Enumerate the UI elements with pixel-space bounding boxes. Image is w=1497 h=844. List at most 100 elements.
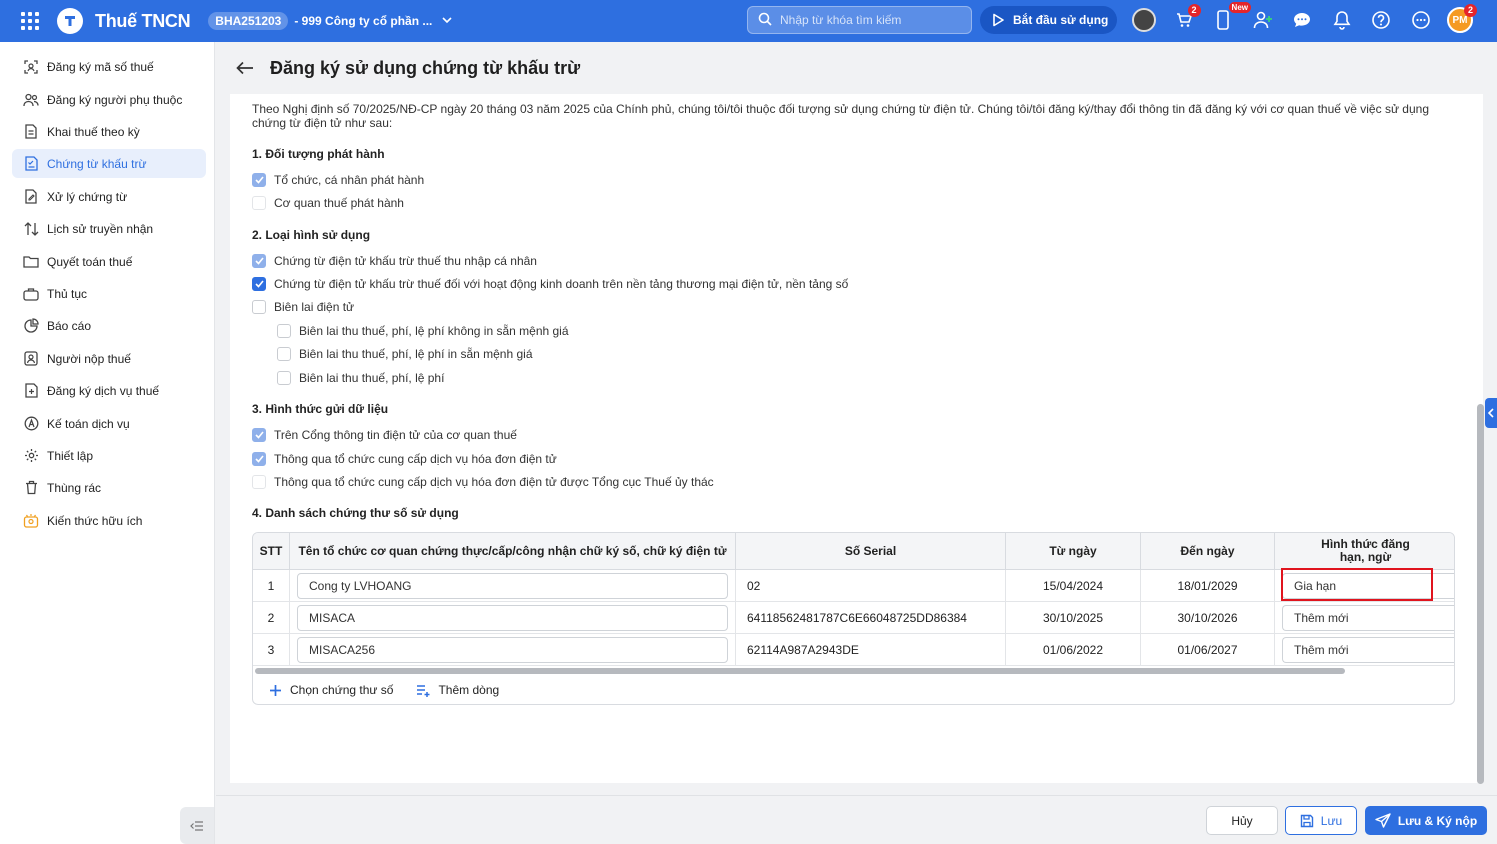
cancel-button[interactable]: Hủy — [1206, 806, 1278, 835]
sidebar-item-periodic-declaration[interactable]: Khai thuế theo kỳ — [12, 117, 206, 146]
add-user-icon[interactable] — [1249, 6, 1277, 34]
sidebar-item-withholding-vouchers[interactable]: Chứng từ khấu trừ — [12, 149, 206, 178]
add-row-button[interactable]: Thêm dòng — [415, 682, 499, 698]
checkbox-label: Tổ chức, cá nhân phát hành — [274, 173, 425, 187]
sidebar-item-label: Xử lý chứng từ — [47, 189, 128, 204]
org-name-input[interactable]: MISACA — [297, 604, 728, 631]
sidebar-item-register-dependents[interactable]: Đăng ký người phụ thuộc — [12, 85, 206, 114]
search-box[interactable] — [747, 6, 972, 34]
mobile-app-icon[interactable]: New — [1209, 2, 1251, 34]
sidebar-item-label: Chứng từ khấu trừ — [47, 156, 147, 171]
sidebar-item-knowledge[interactable]: Kiến thức hữu ích — [12, 506, 206, 535]
checkbox[interactable] — [277, 324, 291, 338]
page-header: Đăng ký sử dụng chứng từ khấu trừ — [216, 42, 1497, 94]
org-name-input[interactable]: Cong ty LVHOANG — [297, 572, 728, 599]
cell-registration-form: Thêm mới — [1275, 602, 1454, 634]
checkbox-label: Chứng từ điện tử khấu trừ thuế đối với h… — [274, 277, 849, 291]
checkbox-label: Biên lai thu thuế, phí, lệ phí in sẵn mệ… — [299, 347, 533, 361]
sidebar-item-register-tax-service[interactable]: Đăng ký dịch vụ thuế — [12, 376, 206, 405]
cell-stt: 1 — [253, 570, 290, 602]
org-name-input[interactable]: MISACA256 — [297, 636, 728, 663]
save-and-submit-button[interactable]: Lưu & Ký nộp — [1365, 806, 1487, 835]
cell-serial: 02 — [736, 570, 1006, 602]
avatar-robot-icon[interactable] — [1130, 6, 1158, 34]
search-input[interactable] — [780, 13, 960, 27]
user-avatar[interactable]: PM 2 — [1446, 4, 1477, 34]
checkbox-row-pit-voucher[interactable]: Chứng từ điện tử khấu trừ thuế thu nhập … — [252, 254, 537, 268]
start-using-button[interactable]: Bắt đầu sử dụng — [980, 6, 1117, 34]
search-icon — [758, 12, 772, 29]
cell-stt: 3 — [253, 634, 290, 666]
cart-icon[interactable]: 2 — [1170, 4, 1201, 34]
registration-form-select[interactable]: Thêm mới — [1282, 636, 1454, 663]
expand-right-panel-button[interactable] — [1485, 398, 1497, 428]
checkbox[interactable] — [277, 347, 291, 361]
checkbox-row-e-receipt[interactable]: Biên lai điện tử — [252, 300, 354, 314]
sidebar-item-taxpayers[interactable]: Người nộp thuế — [12, 344, 206, 373]
chat-icon[interactable] — [1288, 6, 1316, 34]
company-name[interactable]: - 999 Công ty cổ phần ... — [294, 14, 432, 28]
start-using-label: Bắt đầu sử dụng — [1013, 13, 1109, 27]
bell-icon[interactable] — [1328, 6, 1356, 34]
checkbox-label: Thông qua tổ chức cung cấp dịch vụ hóa đ… — [274, 475, 714, 489]
checkbox[interactable] — [252, 475, 266, 489]
more-icon[interactable] — [1407, 6, 1435, 34]
choose-certificate-button[interactable]: Chọn chứng thư số — [267, 682, 393, 698]
sidebar-item-trash[interactable]: Thùng rác — [12, 473, 206, 502]
sidebar-item-transmission-history[interactable]: Lịch sử truyền nhận — [12, 214, 206, 243]
sidebar-item-service-accounting[interactable]: Kế toán dịch vụ — [12, 409, 206, 438]
checkbox-row-receipt-no-denomination[interactable]: Biên lai thu thuế, phí, lệ phí không in … — [277, 324, 569, 338]
sidebar-item-settings[interactable]: Thiết lập — [12, 441, 206, 470]
checkbox-row-org-individual-issuer[interactable]: Tổ chức, cá nhân phát hành — [252, 173, 424, 187]
checkbox[interactable] — [252, 196, 266, 210]
checkbox[interactable] — [252, 277, 266, 291]
checkbox-label: Biên lai điện tử — [274, 300, 355, 314]
pie-chart-icon — [23, 318, 39, 334]
sidebar-item-label: Kế toán dịch vụ — [47, 416, 130, 431]
sidebar-item-label: Thùng rác — [47, 480, 102, 495]
back-arrow-icon[interactable] — [235, 58, 255, 78]
sidebar-item-label: Đăng ký dịch vụ thuế — [47, 383, 160, 398]
document-icon — [23, 124, 39, 140]
checkbox-row-ecommerce-voucher[interactable]: Chứng từ điện tử khấu trừ thuế đối với h… — [252, 277, 848, 291]
checkbox[interactable] — [252, 254, 266, 268]
sidebar-item-register-tax-code[interactable]: Đăng ký mã số thuế — [12, 52, 206, 81]
checkbox-row-receipt-fees[interactable]: Biên lai thu thuế, phí, lệ phí — [277, 371, 444, 385]
cell-org: MISACA — [290, 602, 736, 634]
save-icon — [1300, 814, 1314, 828]
section-title-issuer: 1. Đối tượng phát hành — [252, 147, 385, 161]
add-row-icon — [415, 682, 431, 698]
chevron-down-icon[interactable] — [442, 15, 452, 28]
plus-icon — [267, 682, 283, 698]
edit-document-icon — [23, 189, 39, 205]
checkbox-row-authorized-provider[interactable]: Thông qua tổ chức cung cấp dịch vụ hóa đ… — [252, 475, 714, 489]
checkbox[interactable] — [252, 452, 266, 466]
checkbox[interactable] — [252, 300, 266, 314]
page-vertical-scrollbar[interactable] — [1477, 404, 1484, 784]
registration-form-select[interactable]: Thêm mới — [1282, 604, 1454, 631]
checkbox-row-receipt-denomination[interactable]: Biên lai thu thuế, phí, lệ phí in sẵn mệ… — [277, 347, 533, 361]
checkbox-label: Trên Cổng thông tin điện tử của cơ quan … — [274, 428, 517, 442]
checkbox-label: Cơ quan thuế phát hành — [274, 196, 404, 210]
app-logo — [57, 8, 83, 34]
page-title: Đăng ký sử dụng chứng từ khấu trừ — [270, 57, 581, 78]
sidebar-item-process-vouchers[interactable]: Xử lý chứng từ — [12, 182, 206, 211]
sidebar-item-procedures[interactable]: Thủ tục — [12, 279, 206, 308]
checkbox-row-tax-authority-issuer[interactable]: Cơ quan thuế phát hành — [252, 196, 404, 210]
help-icon[interactable] — [1367, 6, 1395, 34]
cell-serial: 62114A987A2943DE — [736, 634, 1006, 666]
collapse-sidebar-button[interactable] — [180, 807, 214, 844]
checkbox[interactable] — [252, 428, 266, 442]
checkbox-label: Thông qua tổ chức cung cấp dịch vụ hóa đ… — [274, 452, 557, 466]
sidebar-item-reports[interactable]: Báo cáo — [12, 311, 206, 340]
checkbox-row-tax-portal[interactable]: Trên Cổng thông tin điện tử của cơ quan … — [252, 428, 517, 442]
app-grid-icon[interactable] — [21, 12, 39, 30]
column-header-stt: STT — [253, 533, 290, 570]
checkbox-row-einvoice-provider[interactable]: Thông qua tổ chức cung cấp dịch vụ hóa đ… — [252, 452, 557, 466]
cell-to-date: 30/10/2026 — [1141, 602, 1275, 634]
company-code-badge[interactable]: BHA251203 — [208, 12, 289, 30]
save-button[interactable]: Lưu — [1285, 806, 1357, 835]
sidebar-item-tax-finalization[interactable]: Quyết toán thuế — [12, 247, 206, 276]
checkbox[interactable] — [277, 371, 291, 385]
checkbox[interactable] — [252, 173, 266, 187]
